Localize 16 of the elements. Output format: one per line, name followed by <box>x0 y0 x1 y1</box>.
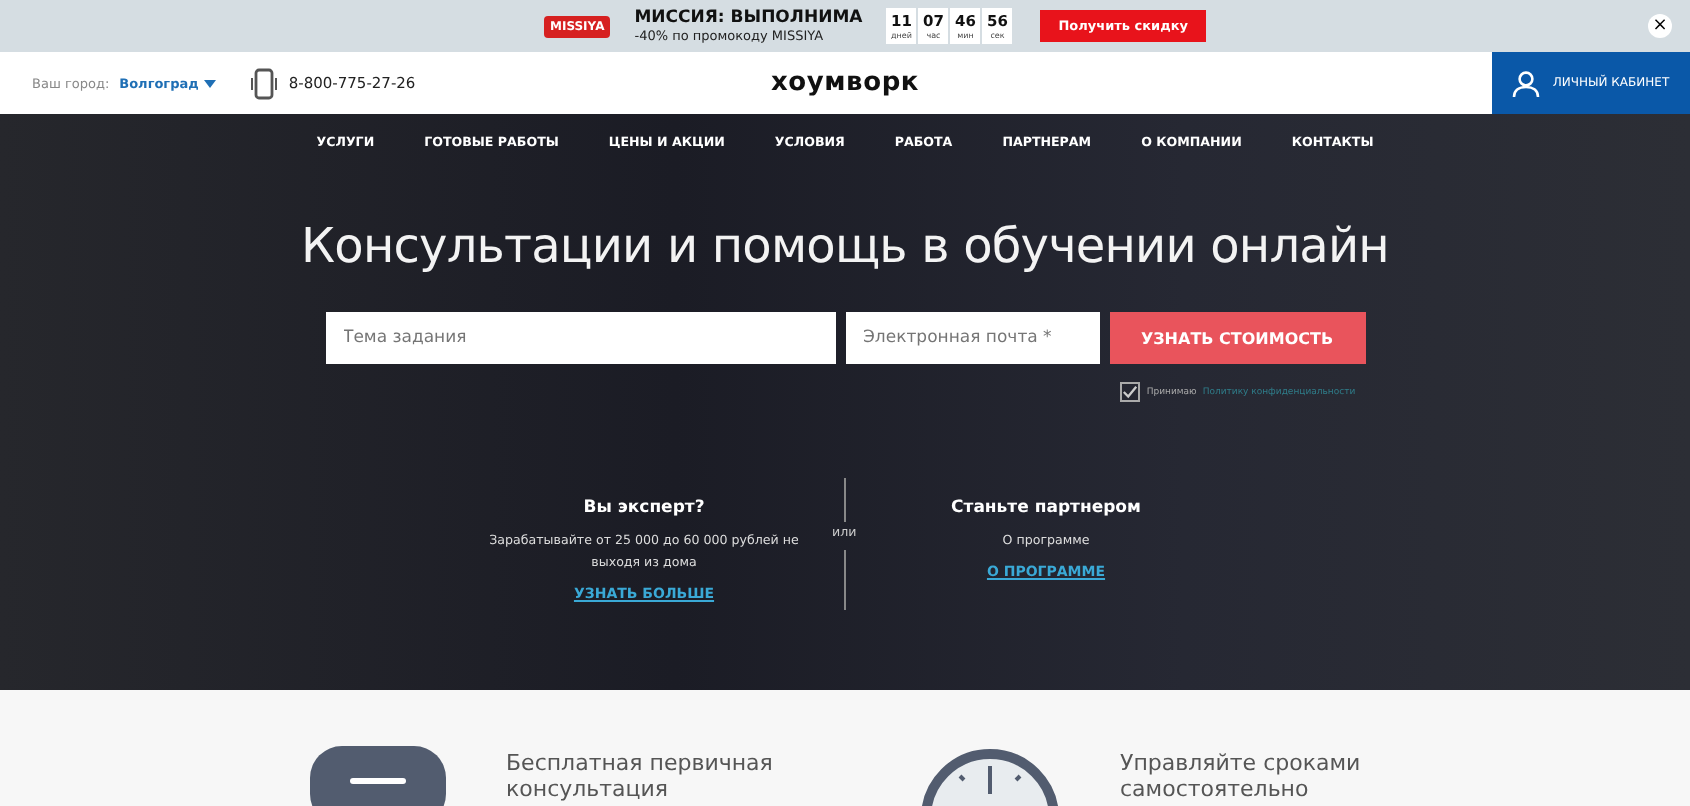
offer-title: Вы эксперт? <box>583 498 705 518</box>
user-icon <box>1512 69 1541 97</box>
topic-input[interactable]: Тема задания <box>325 312 835 364</box>
close-button[interactable]: × <box>1648 14 1672 38</box>
feature-text: Бесплатная первичная консультация <box>506 750 775 802</box>
site-logo[interactable]: хоумворк <box>770 68 920 98</box>
consent-checkbox[interactable] <box>1120 382 1141 402</box>
offer-title: Станьте партнером <box>951 498 1141 518</box>
feature-text: Управляйте сроками самостоятельно <box>1120 750 1363 802</box>
phone-icon <box>250 67 279 99</box>
promo-title: МИССИЯ: ВЫПОЛНИМА <box>634 8 863 28</box>
hero-title: Консультации и помощь в обучении онлайн <box>301 218 1389 274</box>
caret-icon <box>204 79 217 87</box>
get-price-button[interactable]: УЗНАТЬ СТОИМОСТЬ <box>1109 312 1365 364</box>
email-input[interactable]: Электронная почта * <box>845 312 1099 364</box>
clock-icon <box>920 746 1060 806</box>
